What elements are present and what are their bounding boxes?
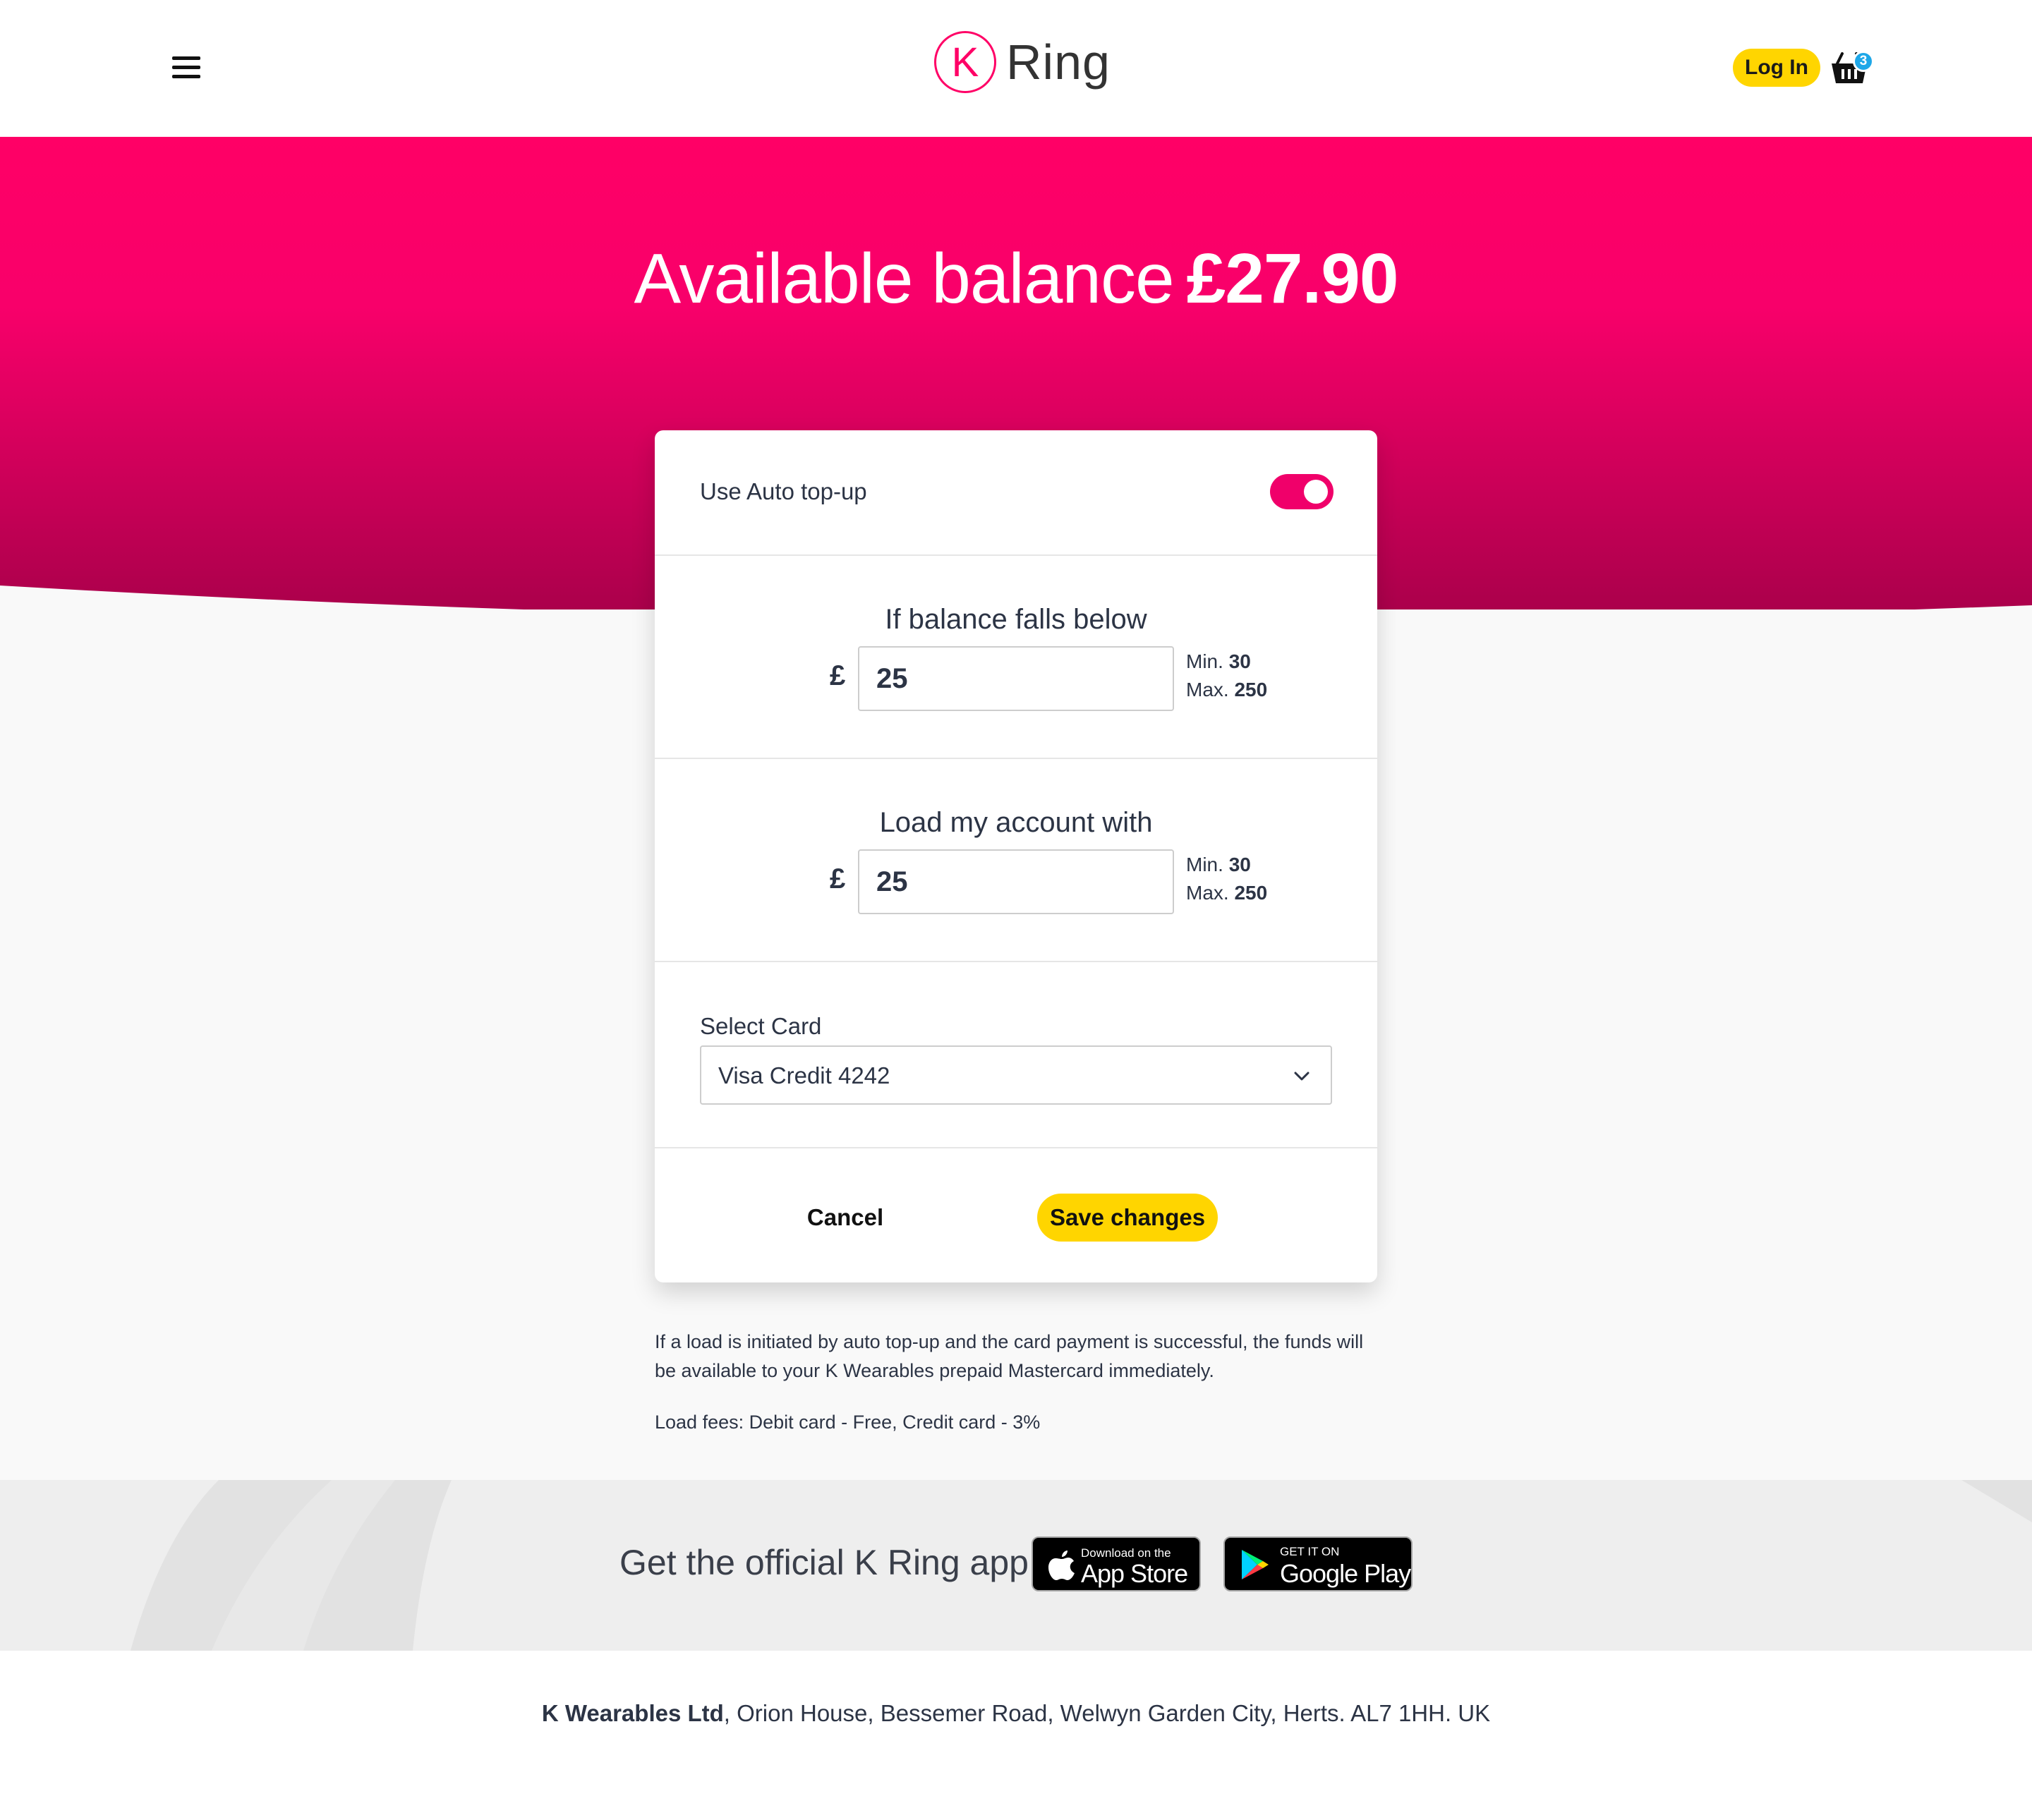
min-value: 30 [1228,650,1251,672]
max-value: 250 [1234,679,1268,700]
max-label: Max. [1186,679,1229,700]
site-footer: K Wearables Ltd, Orion House, Bessemer R… [0,1651,2032,1820]
auto-topup-label: Use Auto top-up [700,478,867,504]
auto-topup-toggle-row: Use Auto top-up [655,430,1377,556]
toggle-knob [1304,480,1328,504]
load-amount-limits: Min. 30 Max. 250 [1186,851,1267,907]
threshold-input[interactable] [858,646,1174,711]
balance-label: Available balance [634,239,1175,318]
min-label: Min. [1186,854,1223,875]
cancel-button[interactable]: Cancel [782,1194,909,1242]
menu-icon[interactable] [172,56,200,80]
logo-text: Ring [1006,35,1111,90]
card-select-section: Select Card Visa Credit 4242 [655,962,1377,1148]
selected-card: Visa Credit 4242 [718,1062,890,1088]
card-select-dropdown[interactable]: Visa Credit 4242 [700,1045,1332,1105]
apple-icon [1048,1551,1075,1580]
appstore-small-text: Download on the [1081,1546,1171,1560]
load-amount-section: Load my account with £ Min. 30 Max. 250 [655,759,1377,962]
max-value: 250 [1234,882,1268,904]
company-address: K Wearables Ltd, Orion House, Bessemer R… [0,1700,2032,1727]
min-label: Min. [1186,650,1223,672]
min-value: 30 [1228,854,1251,875]
available-balance: Available balance £27.90 [0,238,2032,320]
balance-amount: £27.90 [1186,239,1399,318]
threshold-title: If balance falls below [885,604,1147,635]
auto-topup-toggle[interactable] [1270,474,1334,509]
app-download-banner: Get the official K Ring app Download on … [0,1480,2032,1651]
auto-topup-info-text: If a load is initiated by auto top-up an… [655,1331,1364,1381]
load-fees-text: Load fees: Debit card - Free, Credit car… [655,1412,1041,1433]
appstore-big-text: App Store [1081,1559,1188,1588]
save-changes-button[interactable]: Save changes [1037,1194,1218,1242]
googleplay-small-text: GET IT ON [1280,1545,1340,1558]
threshold-limits: Min. 30 Max. 250 [1186,648,1267,704]
auto-topup-card: Use Auto top-up If balance falls below £… [655,430,1377,1282]
app-banner-text: Get the official K Ring app [619,1543,1029,1582]
google-play-button[interactable]: GET IT ON Google Play [1223,1536,1413,1591]
company-name: K Wearables Ltd [541,1700,724,1726]
address-text: , Orion House, Bessemer Road, Welwyn Gar… [723,1700,1491,1726]
select-card-label: Select Card [700,1013,822,1039]
brand-logo[interactable]: K Ring [934,31,1111,93]
max-label: Max. [1186,882,1229,904]
login-button[interactable]: Log In [1733,49,1820,87]
threshold-currency: £ [830,660,846,691]
site-header: K Ring Log In 3 [0,0,2032,137]
threshold-section: If balance falls below £ Min. 30 Max. 25… [655,556,1377,759]
chevron-down-icon [1294,1072,1310,1081]
card-actions: Cancel Save changes [655,1148,1377,1282]
googleplay-big-text: Google Play [1280,1559,1411,1588]
google-play-icon [1242,1550,1269,1579]
load-amount-currency: £ [830,863,846,894]
load-amount-title: Load my account with [879,807,1153,838]
load-amount-input[interactable] [858,849,1174,914]
logo-mark: K [934,31,996,93]
basket-count-badge: 3 [1853,51,1874,72]
app-store-button[interactable]: Download on the App Store [1032,1536,1201,1591]
